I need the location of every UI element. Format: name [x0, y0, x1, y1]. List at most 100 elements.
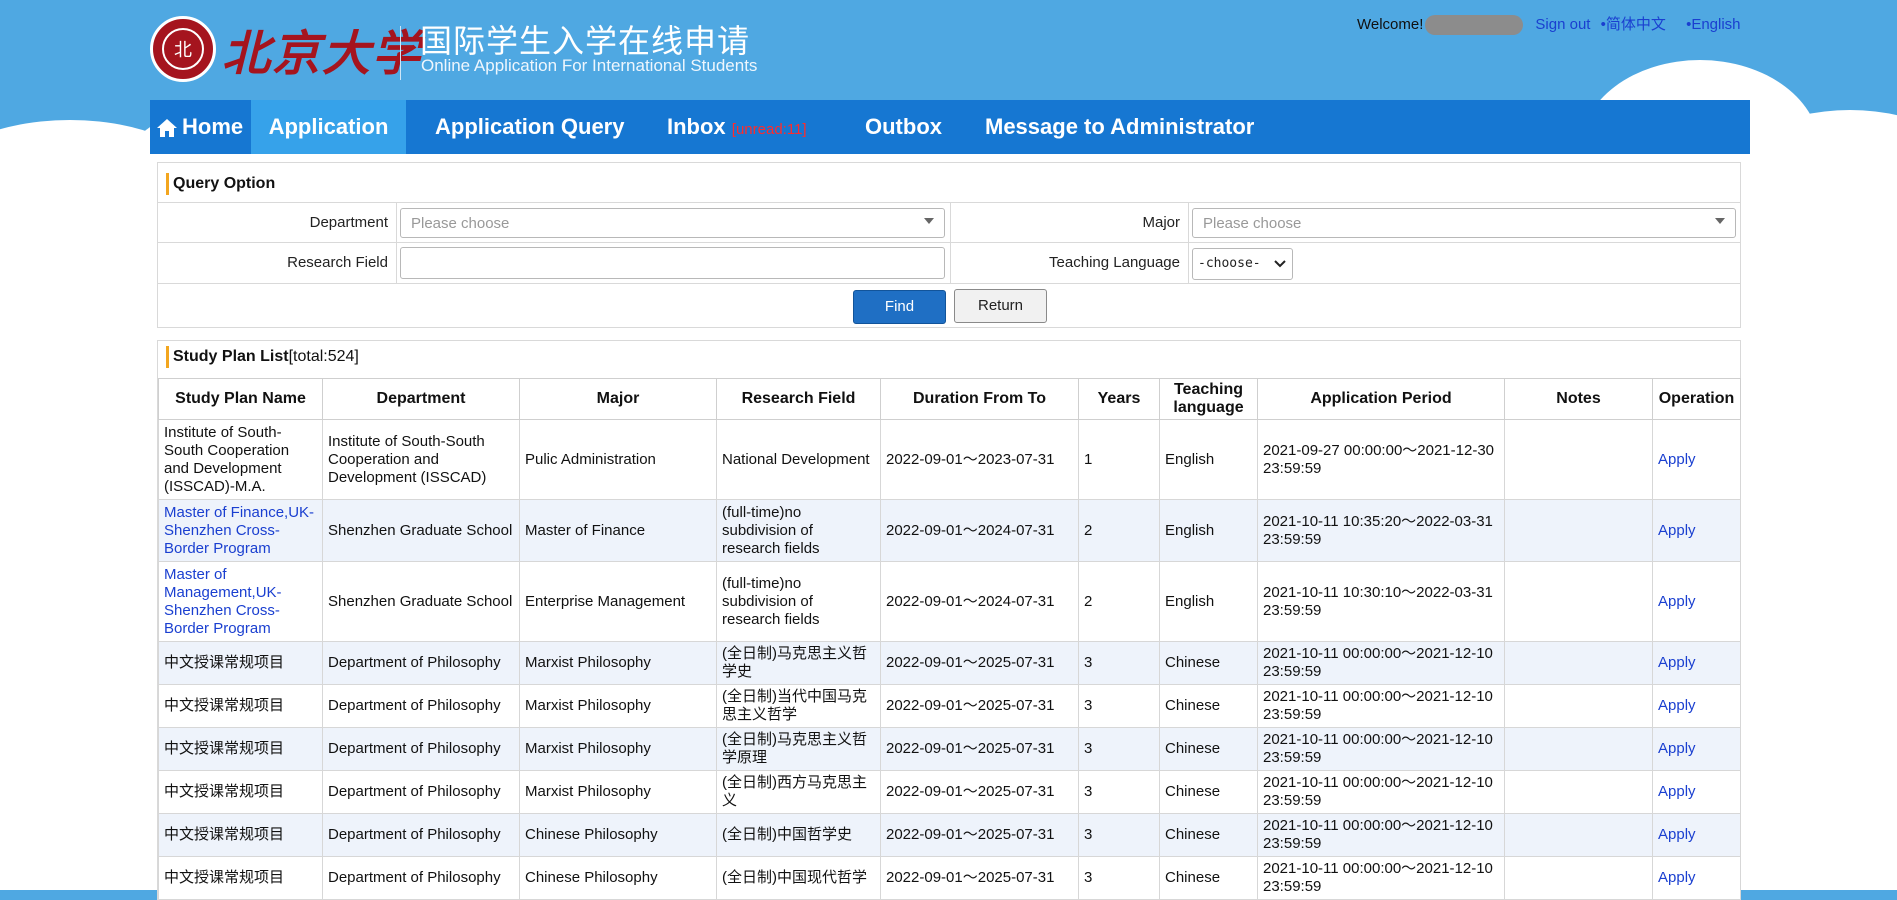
cell-dept: Shenzhen Graduate School [322, 561, 520, 642]
apply-link[interactable]: Apply [1658, 826, 1696, 843]
operation-cell: Apply [1652, 684, 1741, 728]
user-links: Welcome! Sign out •简体中文 •English [1357, 13, 1741, 36]
cell-field: (full-time)no subdivision of research fi… [716, 499, 881, 562]
cell-notes [1504, 727, 1653, 771]
cell-name: Institute of South-South Cooperation and… [158, 419, 323, 500]
teaching-language-select[interactable]: -choose- [1192, 248, 1293, 280]
table-row: 中文授课常规项目 Department of Philosophy Chinese … [158, 856, 1741, 900]
table-row: Master of Management,UK-Shenzhen Cross-B… [158, 561, 1741, 642]
cell-dept: Department of Philosophy [322, 813, 520, 857]
cell-field: (全日制)中国哲学史 [716, 813, 881, 857]
cell-period: 2021-10-11 10:35:20～2022-03-31 23:59:59 [1257, 499, 1505, 562]
cell-years: 3 [1078, 813, 1160, 857]
grid-line [950, 202, 951, 283]
column-header: Operation [1652, 378, 1741, 420]
nav-application-query[interactable]: Application Query [435, 100, 624, 154]
operation-cell: Apply [1652, 856, 1741, 900]
lang-english-link[interactable]: •English [1686, 16, 1740, 33]
cell-name: 中文授课常规项目 [158, 813, 323, 857]
cell-lang: English [1159, 499, 1258, 562]
cell-name[interactable]: Master of Finance,UK-Shenzhen Cross-Bord… [158, 499, 323, 562]
cell-period: 2021-10-11 00:00:00～2021-12-10 23:59:59 [1257, 684, 1505, 728]
table-body: Institute of South-South Cooperation and… [158, 419, 1741, 900]
cell-major: Marxist Philosophy [519, 727, 717, 771]
operation-cell: Apply [1652, 561, 1741, 642]
cell-duration: 2022-09-01～2025-07-31 [880, 856, 1079, 900]
site-title-en: Online Application For International Stu… [421, 56, 758, 75]
column-header: Notes [1504, 378, 1653, 420]
nav-inbox[interactable]: Inbox [unread:11] [667, 100, 807, 154]
cell-name: 中文授课常规项目 [158, 641, 323, 685]
teaching-language-label: Teaching Language [1049, 254, 1180, 271]
cell-years: 3 [1078, 641, 1160, 685]
grid-line [158, 283, 1740, 284]
department-select[interactable]: Please choose [400, 208, 945, 238]
cell-period: 2021-10-11 00:00:00～2021-12-10 23:59:59 [1257, 813, 1505, 857]
cell-notes [1504, 419, 1653, 500]
cell-major: Marxist Philosophy [519, 770, 717, 814]
research-field-input[interactable] [400, 247, 945, 279]
cell-years: 1 [1078, 419, 1160, 500]
department-label: Department [309, 214, 388, 231]
return-button[interactable]: Return [954, 289, 1047, 323]
column-header: Application Period [1257, 378, 1505, 420]
cell-lang: Chinese [1159, 813, 1258, 857]
cell-lang: Chinese [1159, 856, 1258, 900]
cell-major: Master of Finance [519, 499, 717, 562]
cell-notes [1504, 561, 1653, 642]
welcome-text: Welcome! [1357, 16, 1424, 33]
cell-years: 3 [1078, 727, 1160, 771]
research-field-label: Research Field [287, 254, 388, 271]
cell-field: (全日制)马克思主义哲学史 [716, 641, 881, 685]
apply-link[interactable]: Apply [1658, 451, 1696, 468]
apply-link[interactable]: Apply [1658, 869, 1696, 886]
header-divider [400, 26, 401, 80]
cell-period: 2021-10-11 00:00:00～2021-12-10 23:59:59 [1257, 856, 1505, 900]
column-header: Teaching language [1159, 378, 1258, 420]
cell-duration: 2022-09-01～2025-07-31 [880, 770, 1079, 814]
cell-major: Marxist Philosophy [519, 684, 717, 728]
apply-link[interactable]: Apply [1658, 783, 1696, 800]
cell-period: 2021-09-27 00:00:00～2021-12-30 23:59:59 [1257, 419, 1505, 500]
cell-period: 2021-10-11 10:30:10～2022-03-31 23:59:59 [1257, 561, 1505, 642]
cell-name: 中文授课常规项目 [158, 684, 323, 728]
cell-dept: Institute of South-South Cooperation and… [322, 419, 520, 500]
cell-field: (全日制)当代中国马克思主义哲学 [716, 684, 881, 728]
inbox-unread-count: [unread:11] [731, 121, 807, 138]
apply-link[interactable]: Apply [1658, 697, 1696, 714]
cell-period: 2021-10-11 00:00:00～2021-12-10 23:59:59 [1257, 770, 1505, 814]
grid-line [1188, 202, 1189, 283]
nav-home[interactable]: Home [156, 100, 243, 154]
nav-application[interactable]: Application [251, 100, 406, 154]
cell-lang: Chinese [1159, 641, 1258, 685]
sign-out-link[interactable]: Sign out [1535, 16, 1590, 33]
cell-duration: 2022-09-01～2023-07-31 [880, 419, 1079, 500]
cell-dept: Department of Philosophy [322, 641, 520, 685]
apply-link[interactable]: Apply [1658, 654, 1696, 671]
cell-field: (full-time)no subdivision of research fi… [716, 561, 881, 642]
nav-outbox[interactable]: Outbox [865, 100, 942, 154]
cell-dept: Department of Philosophy [322, 684, 520, 728]
cell-years: 3 [1078, 770, 1160, 814]
cell-major: Pulic Administration [519, 419, 717, 500]
cell-name[interactable]: Master of Management,UK-Shenzhen Cross-B… [158, 561, 323, 642]
find-button[interactable]: Find [853, 290, 946, 324]
apply-link[interactable]: Apply [1658, 740, 1696, 757]
apply-link[interactable]: Apply [1658, 522, 1696, 539]
chevron-down-icon [924, 218, 934, 224]
cell-dept: Shenzhen Graduate School [322, 499, 520, 562]
apply-link[interactable]: Apply [1658, 593, 1696, 610]
major-select[interactable]: Please choose [1192, 208, 1736, 238]
table-row: 中文授课常规项目 Department of Philosophy Chinese … [158, 813, 1741, 857]
query-panel: Query Option Department Please choose Ma… [157, 162, 1741, 328]
cell-major: Chinese Philosophy [519, 856, 717, 900]
study-plan-list-label: Study Plan List [173, 348, 289, 365]
nav-message-admin[interactable]: Message to Administrator [985, 100, 1254, 154]
major-placeholder: Please choose [1203, 215, 1302, 232]
table-header-row: Study Plan Name Department Major Research F… [158, 378, 1741, 420]
cell-lang: English [1159, 561, 1258, 642]
lang-chinese-link[interactable]: •简体中文 [1601, 16, 1666, 33]
column-header: Years [1078, 378, 1160, 420]
table-row: 中文授课常规项目 Department of Philosophy Marxist … [158, 684, 1741, 728]
cell-field: (全日制)西方马克思主义 [716, 770, 881, 814]
